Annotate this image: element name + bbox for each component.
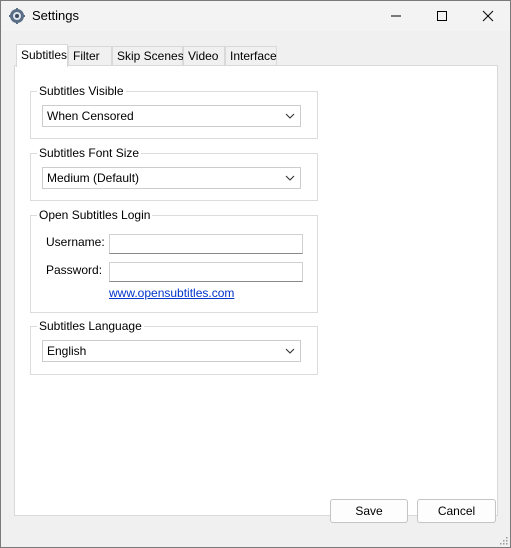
opensubtitles-link[interactable]: www.opensubtitles.com xyxy=(109,286,234,300)
close-icon xyxy=(482,10,494,22)
tab-interface[interactable]: Interface xyxy=(225,46,277,65)
resize-grip-icon[interactable] xyxy=(498,535,508,545)
maximize-button[interactable] xyxy=(419,1,465,31)
subtitles-visible-legend: Subtitles Visible xyxy=(37,84,126,98)
language-group: Subtitles Language English xyxy=(30,319,318,375)
client-area: Subtitles Filter Skip Scenes Video Inter… xyxy=(1,32,510,547)
language-select[interactable]: English xyxy=(42,340,301,362)
subtitles-tab-panel: Subtitles Visible When Censored Subtitle… xyxy=(14,65,498,516)
font-size-value: Medium (Default) xyxy=(47,171,140,185)
tab-skip-scenes[interactable]: Skip Scenes xyxy=(112,46,184,65)
subtitles-visible-value: When Censored xyxy=(47,109,134,123)
username-label: Username: xyxy=(46,235,105,249)
language-legend: Subtitles Language xyxy=(37,319,144,333)
font-size-select[interactable]: Medium (Default) xyxy=(42,167,301,189)
minimize-button[interactable] xyxy=(373,1,419,31)
save-button[interactable]: Save xyxy=(330,499,408,523)
password-input[interactable] xyxy=(109,262,303,282)
font-size-legend: Subtitles Font Size xyxy=(37,146,142,160)
language-value: English xyxy=(47,344,87,358)
login-legend: Open Subtitles Login xyxy=(37,208,153,222)
settings-window: Settings Subtitles Filter Skip Scenes Vi… xyxy=(0,0,511,548)
maximize-icon xyxy=(437,11,447,21)
window-title: Settings xyxy=(32,8,79,23)
tab-video[interactable]: Video xyxy=(183,46,225,65)
subtitles-visible-group: Subtitles Visible When Censored xyxy=(30,84,318,139)
tab-subtitles[interactable]: Subtitles xyxy=(16,44,68,67)
subtitles-visible-select[interactable]: When Censored xyxy=(42,105,301,127)
app-icon xyxy=(9,8,25,24)
close-button[interactable] xyxy=(465,1,511,31)
cancel-button[interactable]: Cancel xyxy=(417,499,496,523)
login-group: Open Subtitles Login Username: Password:… xyxy=(30,208,318,313)
username-input[interactable] xyxy=(109,234,303,254)
chevron-down-icon xyxy=(285,113,295,119)
title-bar[interactable]: Settings xyxy=(1,1,510,31)
chevron-down-icon xyxy=(285,175,295,181)
tab-filter[interactable]: Filter xyxy=(68,46,112,65)
chevron-down-icon xyxy=(285,348,295,354)
font-size-group: Subtitles Font Size Medium (Default) xyxy=(30,146,318,201)
password-label: Password: xyxy=(46,263,103,277)
minimize-icon xyxy=(391,15,401,17)
